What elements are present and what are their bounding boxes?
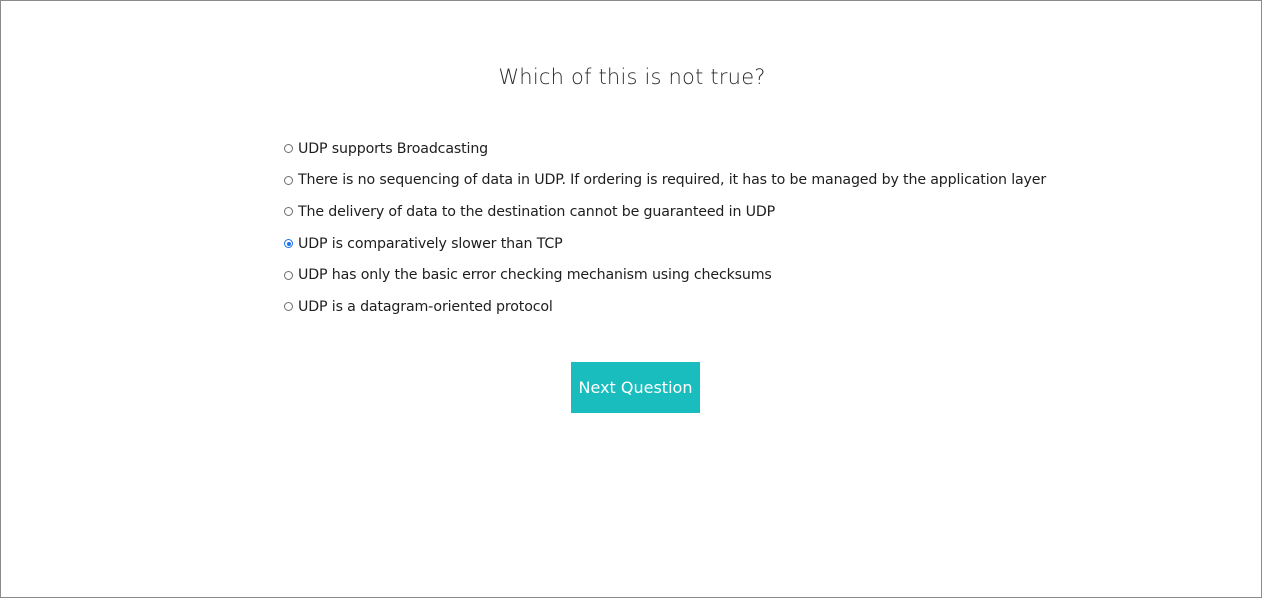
answer-option-label: UDP supports Broadcasting bbox=[298, 140, 489, 157]
answer-option-2[interactable]: There is no sequencing of data in UDP. I… bbox=[283, 165, 1047, 197]
radio-button[interactable] bbox=[284, 175, 293, 185]
radio-button[interactable] bbox=[284, 239, 293, 249]
answer-option-label: UDP is a datagram-oriented protocol bbox=[298, 298, 553, 315]
answer-option-3[interactable]: The delivery of data to the destination … bbox=[283, 196, 1043, 228]
answer-option-label: The delivery of data to the destination … bbox=[298, 203, 776, 220]
answer-option-label: UDP has only the basic error checking me… bbox=[298, 267, 772, 284]
question-title: Which of this is not true? bbox=[498, 65, 766, 89]
answer-option-label: UDP is comparatively slower than TCP bbox=[298, 235, 563, 252]
quiz-page: Which of this is not true? UDP supports … bbox=[0, 0, 1262, 598]
radio-button[interactable] bbox=[284, 302, 293, 312]
radio-button[interactable] bbox=[284, 144, 293, 154]
answer-option-6[interactable]: UDP is a datagram-oriented protocol bbox=[283, 291, 1043, 323]
next-question-button[interactable]: Next Question bbox=[571, 362, 700, 413]
answer-option-label: There is no sequencing of data in UDP. I… bbox=[298, 172, 1047, 189]
answer-option-5[interactable]: UDP has only the basic error checking me… bbox=[283, 259, 1043, 291]
radio-button[interactable] bbox=[284, 270, 293, 280]
answer-options: UDP supports Broadcasting There is no se… bbox=[283, 133, 1047, 323]
answer-option-1[interactable]: UDP supports Broadcasting bbox=[283, 133, 1043, 165]
radio-button[interactable] bbox=[284, 207, 293, 217]
answer-option-4[interactable]: UDP is comparatively slower than TCP bbox=[283, 228, 1043, 260]
